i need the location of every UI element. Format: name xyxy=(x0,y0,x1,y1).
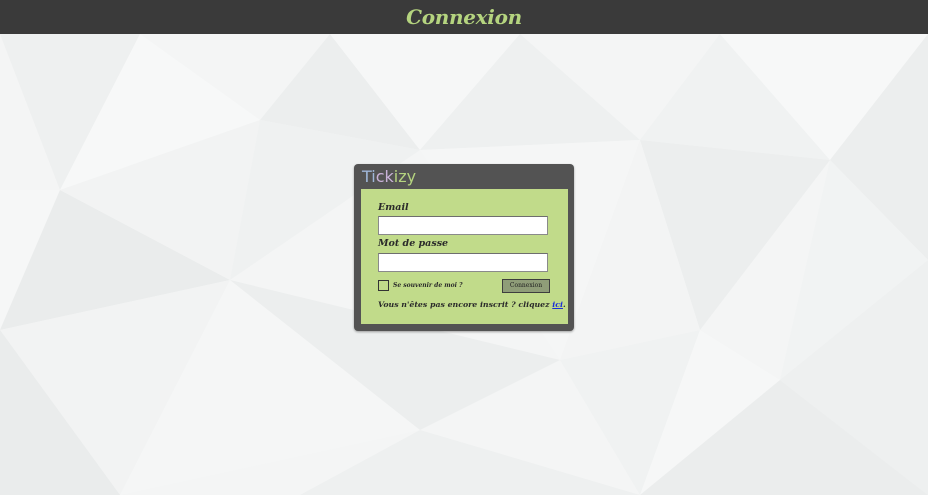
email-label: Email xyxy=(378,202,409,213)
login-button[interactable]: Connexion xyxy=(502,279,550,293)
brand-logo-part: ck xyxy=(375,167,394,186)
brand-logo: Tickizy xyxy=(362,166,416,188)
remember-me-checkbox[interactable] xyxy=(378,280,389,291)
remember-me-label: Se souvenir de moi ? xyxy=(393,282,463,289)
password-field[interactable] xyxy=(378,253,548,272)
page-title: Connexion xyxy=(406,5,522,29)
remember-me-row: Se souvenir de moi ? xyxy=(378,280,463,291)
signup-link[interactable]: ici xyxy=(552,300,563,309)
top-header-bar: Connexion xyxy=(0,0,928,34)
email-field[interactable] xyxy=(378,216,548,235)
signup-text: Vous n'êtes pas encore inscrit ? cliquez xyxy=(378,300,553,309)
signup-prompt: Vous n'êtes pas encore inscrit ? cliquez… xyxy=(378,300,566,309)
password-label: Mot de passe xyxy=(378,238,449,249)
signup-suffix: . xyxy=(562,300,566,309)
login-card: Tickizy Email Mot de passe Se souvenir d… xyxy=(354,164,574,331)
brand-logo-part: Ti xyxy=(362,167,376,186)
brand-logo-part: izy xyxy=(393,167,417,186)
login-form: Email Mot de passe Se souvenir de moi ? … xyxy=(361,189,568,324)
